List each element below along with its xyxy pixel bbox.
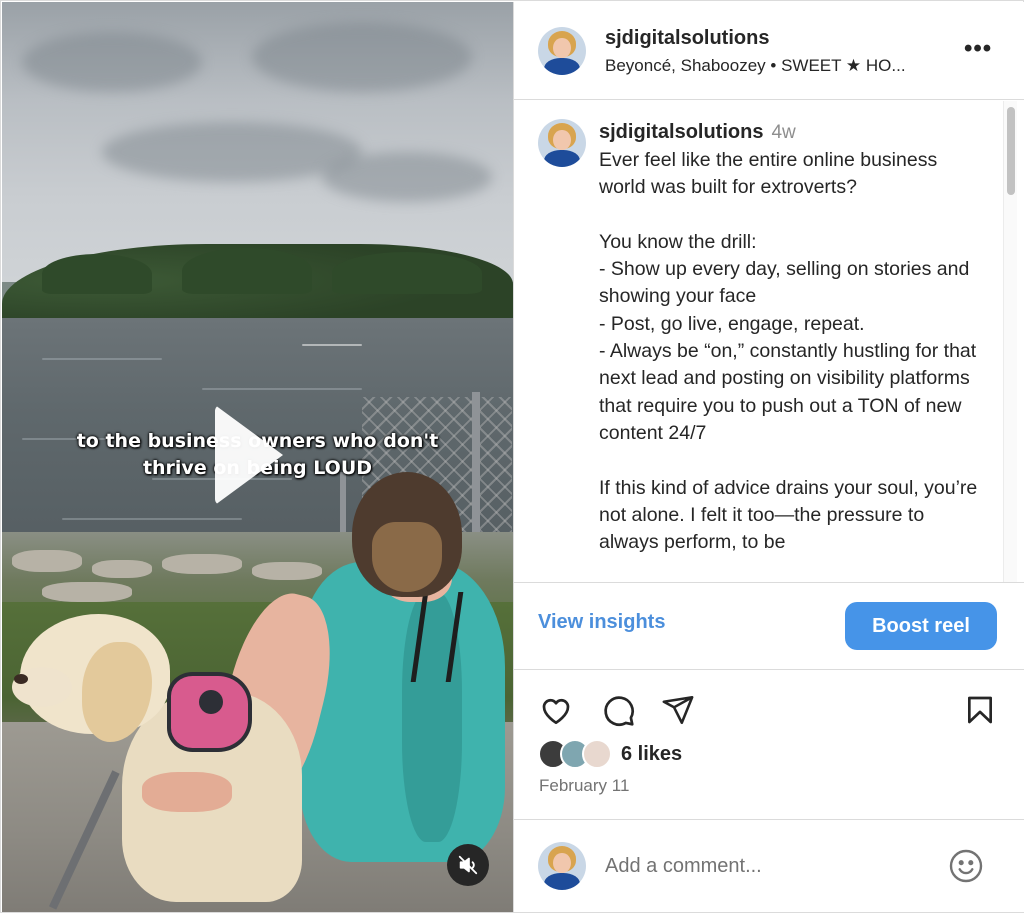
bookmark-icon[interactable] (960, 690, 1000, 730)
caption-avatar[interactable] (538, 119, 586, 167)
likes-count[interactable]: 6 likes (621, 743, 682, 766)
video-sky (2, 2, 513, 282)
heart-icon[interactable] (536, 690, 576, 730)
play-icon[interactable] (215, 405, 283, 505)
scrollbar-thumb[interactable] (1007, 107, 1015, 195)
post-details-panel: sjdigitalsolutions Beyoncé, Shaboozey • … (513, 2, 1024, 912)
author-username[interactable]: sjdigitalsolutions (605, 27, 769, 50)
caption-username[interactable]: sjdigitalsolutions (599, 121, 763, 143)
insights-bar: View insights Boost reel (514, 582, 1024, 670)
comment-icon[interactable] (598, 690, 638, 730)
view-insights-link[interactable]: View insights (538, 611, 665, 634)
post-actions: 6 likes February 11 (514, 670, 1024, 820)
post-header: sjdigitalsolutions Beyoncé, Shaboozey • … (514, 2, 1024, 100)
caption-time[interactable]: 4w (771, 122, 795, 143)
current-user-avatar (538, 842, 586, 890)
share-icon[interactable] (658, 690, 698, 730)
comment-input[interactable] (605, 846, 925, 886)
reel-video[interactable]: to the business owners who don't thrive … (2, 2, 513, 912)
add-comment-bar (514, 820, 1024, 912)
more-options-icon[interactable]: ••• (964, 35, 992, 63)
comments-section: sjdigitalsolutions 4w Ever feel like the … (514, 101, 1024, 582)
emoji-icon[interactable] (946, 846, 986, 886)
boost-reel-button[interactable]: Boost reel (845, 602, 997, 650)
author-avatar[interactable] (538, 27, 586, 75)
post-date[interactable]: February 11 (539, 776, 629, 796)
caption-text: Ever feel like the entire online busines… (599, 149, 978, 554)
liker-avatar (582, 739, 612, 769)
audio-track[interactable]: Beyoncé, Shaboozey • SWEET ★ HO... (605, 56, 906, 76)
comments-scrollbar[interactable] (1003, 101, 1017, 582)
caption-username-row: sjdigitalsolutions 4w (599, 121, 796, 144)
muted-speaker-icon[interactable] (447, 844, 489, 886)
post-modal: to the business owners who don't thrive … (0, 0, 1024, 913)
